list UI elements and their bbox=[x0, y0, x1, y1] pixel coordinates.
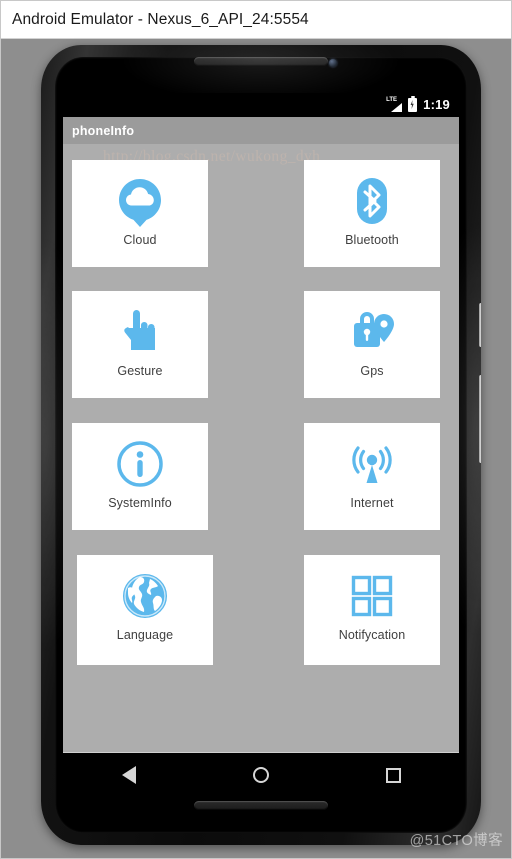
battery-bolt-glyph bbox=[410, 100, 414, 109]
grid-item-label: Language bbox=[116, 628, 174, 642]
bluetooth-icon bbox=[343, 172, 401, 230]
screenshot-root: Android Emulator - Nexus_6_API_24:5554 L… bbox=[0, 0, 512, 859]
grid-item-gesture[interactable]: Gesture bbox=[72, 291, 208, 398]
grid-item-label: Gps bbox=[360, 364, 384, 378]
front-camera-icon bbox=[329, 59, 337, 67]
status-bar-clock: 1:19 bbox=[423, 97, 450, 112]
android-navigation-bar bbox=[63, 752, 459, 797]
grid-item-internet[interactable]: Internet bbox=[304, 423, 440, 530]
info-circle-icon bbox=[111, 435, 169, 493]
grid-item-label: SystemInfo bbox=[108, 496, 172, 510]
status-bar-right-cluster: LTE 1:19 bbox=[386, 93, 450, 117]
battery-charging-icon bbox=[408, 96, 418, 112]
phone-device-frame: LTE 1:19 phoneInfo http://blog.csdn.net/… bbox=[41, 45, 481, 845]
grid-item-label: Notifycation bbox=[338, 628, 406, 642]
recents-button-icon[interactable] bbox=[385, 767, 401, 783]
home-button-icon[interactable] bbox=[252, 767, 269, 783]
back-button-icon[interactable] bbox=[121, 766, 136, 784]
grid-item-label: Cloud bbox=[123, 233, 157, 247]
emulator-window-titlebar: Android Emulator - Nexus_6_API_24:5554 bbox=[1, 1, 511, 39]
app-title: phoneInfo bbox=[72, 123, 135, 138]
power-button[interactable] bbox=[479, 303, 481, 347]
grid-item-bluetooth[interactable]: Bluetooth bbox=[304, 160, 440, 267]
grid-four-squares-icon bbox=[343, 567, 401, 625]
lock-location-pin-icon bbox=[343, 303, 401, 361]
signal-bars-icon: LTE bbox=[386, 97, 403, 113]
bottom-speaker-grille-icon bbox=[194, 801, 328, 810]
emulator-window-title: Android Emulator - Nexus_6_API_24:5554 bbox=[12, 10, 309, 28]
grid-item-label: Bluetooth bbox=[345, 233, 399, 247]
android-status-bar: LTE 1:19 bbox=[63, 93, 459, 117]
grid-item-notifycation[interactable]: Notifycation bbox=[304, 555, 440, 665]
phone-display: LTE 1:19 phoneInfo http://blog.csdn.net/… bbox=[63, 93, 459, 797]
grid-item-language[interactable]: Language bbox=[77, 555, 213, 665]
cloud-icon bbox=[111, 172, 169, 230]
grid-item-label: Internet bbox=[350, 496, 394, 510]
broadcast-tower-icon bbox=[343, 435, 401, 493]
grid-item-systeminfo[interactable]: SystemInfo bbox=[72, 423, 208, 530]
app-action-bar: phoneInfo bbox=[63, 117, 459, 144]
grid-item-label: Gesture bbox=[117, 364, 163, 378]
signal-triangle bbox=[391, 102, 403, 112]
volume-rocker-button[interactable] bbox=[479, 375, 481, 463]
hand-pointer-icon bbox=[111, 303, 169, 361]
app-content-area: http://blog.csdn.net/wukong_dyh Cloud Bl… bbox=[63, 144, 459, 752]
top-speaker-grille-icon bbox=[194, 57, 328, 66]
grid-item-cloud[interactable]: Cloud bbox=[72, 160, 208, 267]
grid-item-gps[interactable]: Gps bbox=[304, 291, 440, 398]
globe-icon bbox=[116, 567, 174, 625]
